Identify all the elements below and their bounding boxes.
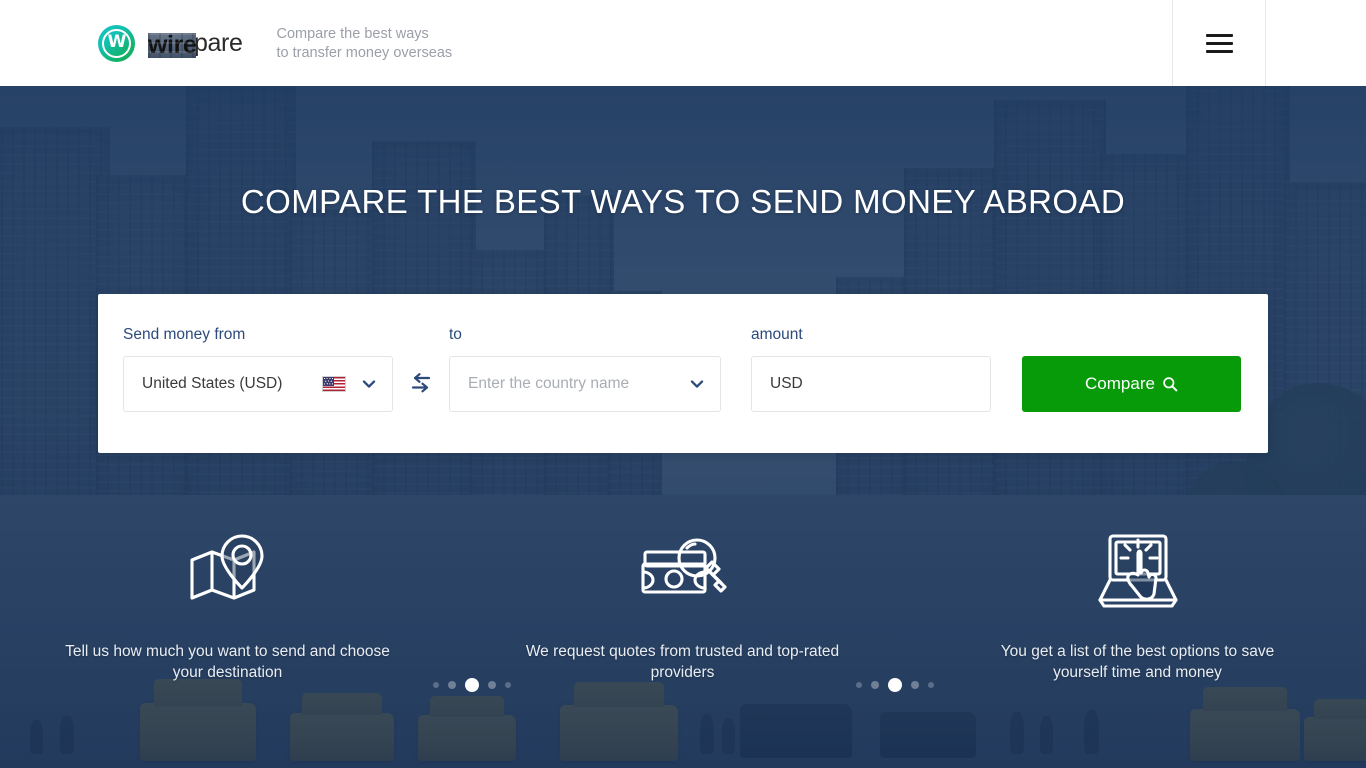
hamburger-bar	[1205, 49, 1233, 53]
carousel-dot[interactable]	[871, 681, 879, 689]
amount-input-wrapper[interactable]: USD	[751, 356, 991, 412]
carousel-dot[interactable]	[856, 682, 862, 688]
form-fields-row: Send money from United States (USD) to E…	[123, 326, 1243, 412]
currency-compare-form: Send money from United States (USD) to E…	[98, 294, 1268, 453]
amount-value: USD	[770, 375, 803, 392]
hero-content: COMPARE THE BEST WAYS TO SEND MONEY ABRO…	[0, 86, 1366, 768]
hamburger-bar	[1205, 41, 1233, 45]
hamburger-bar	[1205, 33, 1233, 37]
map-location-pin-icon	[182, 526, 274, 622]
search-icon	[1163, 377, 1178, 392]
carousel-dot[interactable]	[448, 681, 456, 689]
swap-arrows-icon	[411, 373, 431, 393]
us-flag-icon	[322, 376, 346, 392]
logo-letter: W	[107, 32, 127, 52]
carousel-dot[interactable]	[488, 681, 496, 689]
logo-wordmark-bold: wire	[148, 31, 197, 60]
laptop-click-hand-icon	[1092, 526, 1184, 622]
flag-canton	[323, 377, 334, 386]
hamburger-menu-button[interactable]	[1172, 0, 1266, 86]
feature-text: You get a list of the best options to sa…	[1000, 643, 1275, 681]
logo-wordmark: wirecompare	[148, 30, 243, 60]
amount-field-group: amount USD	[751, 326, 991, 412]
send-to-placeholder: Enter the country name	[468, 375, 630, 392]
feature-item: We request quotes from trusted and top-r…	[455, 526, 910, 683]
money-magnifier-icon	[637, 526, 729, 622]
carousel-dot[interactable]	[911, 681, 919, 689]
page-title: COMPARE THE BEST WAYS TO SEND MONEY ABRO…	[240, 183, 1126, 220]
amount-label: amount	[751, 326, 803, 343]
send-from-label: Send money from	[123, 326, 246, 343]
carousel-dots-left[interactable]	[433, 678, 511, 692]
compare-button[interactable]: Compare	[1022, 356, 1241, 412]
send-from-value: United States (USD)	[142, 375, 283, 392]
features-row: Tell us how much you want to send and ch…	[0, 526, 1366, 692]
carousel-dot[interactable]	[928, 682, 934, 688]
brand-logo[interactable]: W wirecompare	[0, 0, 243, 86]
send-to-select[interactable]: Enter the country name	[449, 356, 721, 412]
compare-button-label: Compare	[1085, 374, 1155, 393]
hero-section: COMPARE THE BEST WAYS TO SEND MONEY ABRO…	[0, 86, 1366, 768]
send-from-select[interactable]: United States (USD)	[123, 356, 393, 412]
send-to-field-group: to Enter the country name	[449, 326, 721, 412]
send-to-label: to	[449, 326, 462, 343]
header-right-spacer	[1266, 0, 1366, 86]
carousel-dot[interactable]	[433, 682, 439, 688]
feature-item: Tell us how much you want to send and ch…	[0, 526, 455, 683]
tagline-line-2: to transfer money overseas	[276, 44, 453, 61]
wirecompare-logo-icon: W	[98, 24, 135, 62]
feature-text: We request quotes from trusted and top-r…	[525, 643, 840, 681]
tagline-line-1: Compare the best ways	[276, 25, 429, 42]
page-root: W wirecompare Compare the best ways to t…	[0, 0, 1366, 768]
chevron-down-icon	[688, 375, 706, 393]
carousel-dot-active[interactable]	[888, 678, 902, 692]
site-header: W wirecompare Compare the best ways to t…	[0, 0, 1366, 86]
carousel-dots-right[interactable]	[856, 678, 934, 692]
chevron-down-icon	[360, 375, 378, 393]
header-tagline: Compare the best ways to transfer money …	[276, 24, 452, 63]
carousel-dot[interactable]	[505, 682, 511, 688]
swap-currencies-button[interactable]	[393, 326, 449, 412]
hamburger-icon	[1205, 29, 1233, 58]
header-spacer	[452, 0, 1172, 86]
send-from-field-group: Send money from United States (USD)	[123, 326, 393, 412]
feature-item: You get a list of the best options to sa…	[910, 526, 1365, 683]
feature-text: Tell us how much you want to send and ch…	[65, 643, 390, 681]
carousel-dot-active[interactable]	[465, 678, 479, 692]
